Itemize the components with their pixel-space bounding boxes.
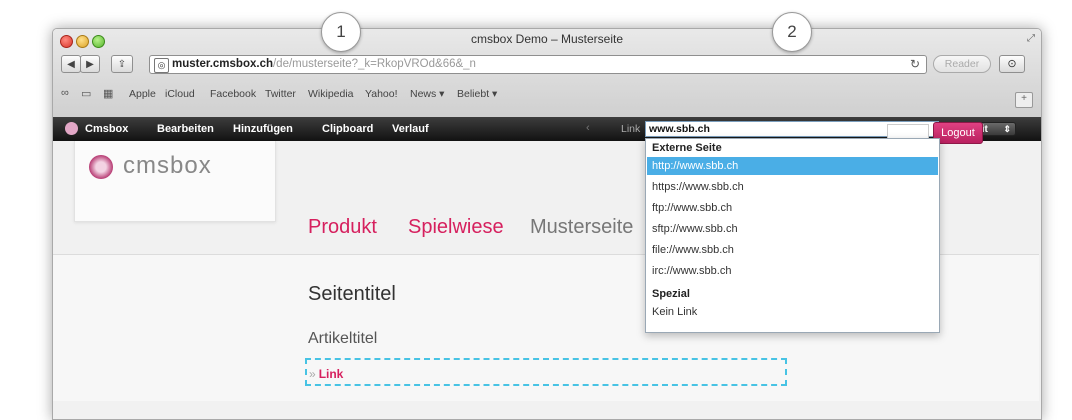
downloads-icon[interactable]: ⊙ bbox=[999, 55, 1025, 73]
page-title: Seitentitel bbox=[308, 283, 396, 305]
callout-2: 2 bbox=[772, 12, 812, 52]
link-edit-box[interactable] bbox=[305, 358, 787, 386]
back-button[interactable]: ◀ bbox=[61, 55, 81, 73]
nav-musterseite[interactable]: Musterseite bbox=[530, 216, 633, 239]
dropdown-option-irc[interactable]: irc://www.sbb.ch bbox=[647, 262, 938, 280]
bookmark-twitter[interactable]: Twitter bbox=[265, 88, 296, 100]
bookmark-news-menu[interactable]: News ▾ bbox=[410, 88, 444, 100]
bookmark-beliebt-menu[interactable]: Beliebt ▾ bbox=[457, 88, 497, 100]
article-link[interactable]: » Link bbox=[309, 367, 343, 381]
reload-icon[interactable]: ↻ bbox=[910, 56, 920, 73]
site-logo[interactable]: cmsbox bbox=[74, 141, 276, 222]
dropdown-option-ftp[interactable]: ftp://www.sbb.ch bbox=[647, 199, 938, 217]
site-logo-text: cmsbox bbox=[123, 152, 212, 179]
dropdown-header-external: Externe Seite bbox=[652, 142, 722, 154]
link-chevron-icon: ‹ bbox=[586, 122, 590, 134]
bookmarks-book-icon[interactable]: ▭ bbox=[81, 87, 91, 100]
cms-menu-cmsbox[interactable]: Cmsbox bbox=[85, 123, 128, 135]
bookmark-icloud[interactable]: iCloud bbox=[165, 88, 195, 100]
cms-menu-clipboard[interactable]: Clipboard bbox=[322, 123, 373, 135]
dropdown-option-kein-link[interactable]: Kein Link bbox=[647, 303, 938, 321]
add-bookmark-icon[interactable]: + bbox=[1015, 92, 1033, 108]
cms-menu-bearbeiten[interactable]: Bearbeiten bbox=[157, 123, 214, 135]
bookmark-wikipedia[interactable]: Wikipedia bbox=[308, 88, 354, 100]
browser-toolbar: cmsbox Demo – Musterseite ⤢ ◀ ▶ ⇪ ◎ must… bbox=[53, 29, 1041, 120]
bookmark-yahoo[interactable]: Yahoo! bbox=[365, 88, 398, 100]
link-prefix: » bbox=[309, 367, 316, 381]
article-link-label: Link bbox=[318, 367, 344, 381]
cmsbox-logo-icon bbox=[65, 122, 78, 135]
dropdown-option-https[interactable]: https://www.sbb.ch bbox=[647, 178, 938, 196]
chevron-updown-icon: ⇕ bbox=[1003, 124, 1011, 134]
bookmarks-bar: ∞ ▭ ▦ Apple iCloud Facebook Twitter Wiki… bbox=[53, 83, 1041, 103]
logout-button[interactable]: Logout bbox=[933, 122, 983, 144]
nav-spielwiese[interactable]: Spielwiese bbox=[408, 216, 504, 239]
address-domain: muster.cmsbox.ch bbox=[172, 58, 273, 70]
share-button[interactable]: ⇪ bbox=[111, 55, 133, 73]
cmsbox-blossom-icon bbox=[89, 155, 113, 179]
address-bar[interactable]: ◎ muster.cmsbox.ch/de/musterseite?_k=Rko… bbox=[149, 55, 927, 74]
forward-button[interactable]: ▶ bbox=[80, 55, 100, 73]
dropdown-option-http[interactable]: http://www.sbb.ch bbox=[647, 157, 938, 175]
bookmark-facebook[interactable]: Facebook bbox=[210, 88, 256, 100]
cms-menu-verlauf[interactable]: Verlauf bbox=[392, 123, 429, 135]
article-title: Artikeltitel bbox=[308, 330, 378, 347]
dropdown-header-special: Spezial bbox=[652, 288, 690, 300]
site-favicon-icon: ◎ bbox=[154, 58, 169, 73]
link-suggestions-dropdown: Externe Seite http://www.sbb.ch https://… bbox=[645, 138, 940, 333]
cms-menu-hinzufuegen[interactable]: Hinzufügen bbox=[233, 123, 293, 135]
window-title: cmsbox Demo – Musterseite bbox=[470, 32, 624, 46]
nav-produkt[interactable]: Produkt bbox=[308, 216, 377, 239]
callout-1: 1 bbox=[321, 12, 361, 52]
address-path: /de/musterseite?_k=RkopVROd&66&_n bbox=[272, 58, 476, 70]
reader-button[interactable]: Reader bbox=[933, 55, 991, 73]
fullscreen-icon[interactable]: ⤢ bbox=[1027, 33, 1035, 44]
link-label: Link bbox=[621, 123, 641, 135]
reading-list-icon[interactable]: ∞ bbox=[61, 87, 69, 99]
dropdown-option-file[interactable]: file://www.sbb.ch bbox=[647, 241, 938, 259]
dropdown-option-sftp[interactable]: sftp://www.sbb.ch bbox=[647, 220, 938, 238]
bookmark-apple[interactable]: Apple bbox=[129, 88, 156, 100]
top-sites-icon[interactable]: ▦ bbox=[103, 87, 113, 100]
